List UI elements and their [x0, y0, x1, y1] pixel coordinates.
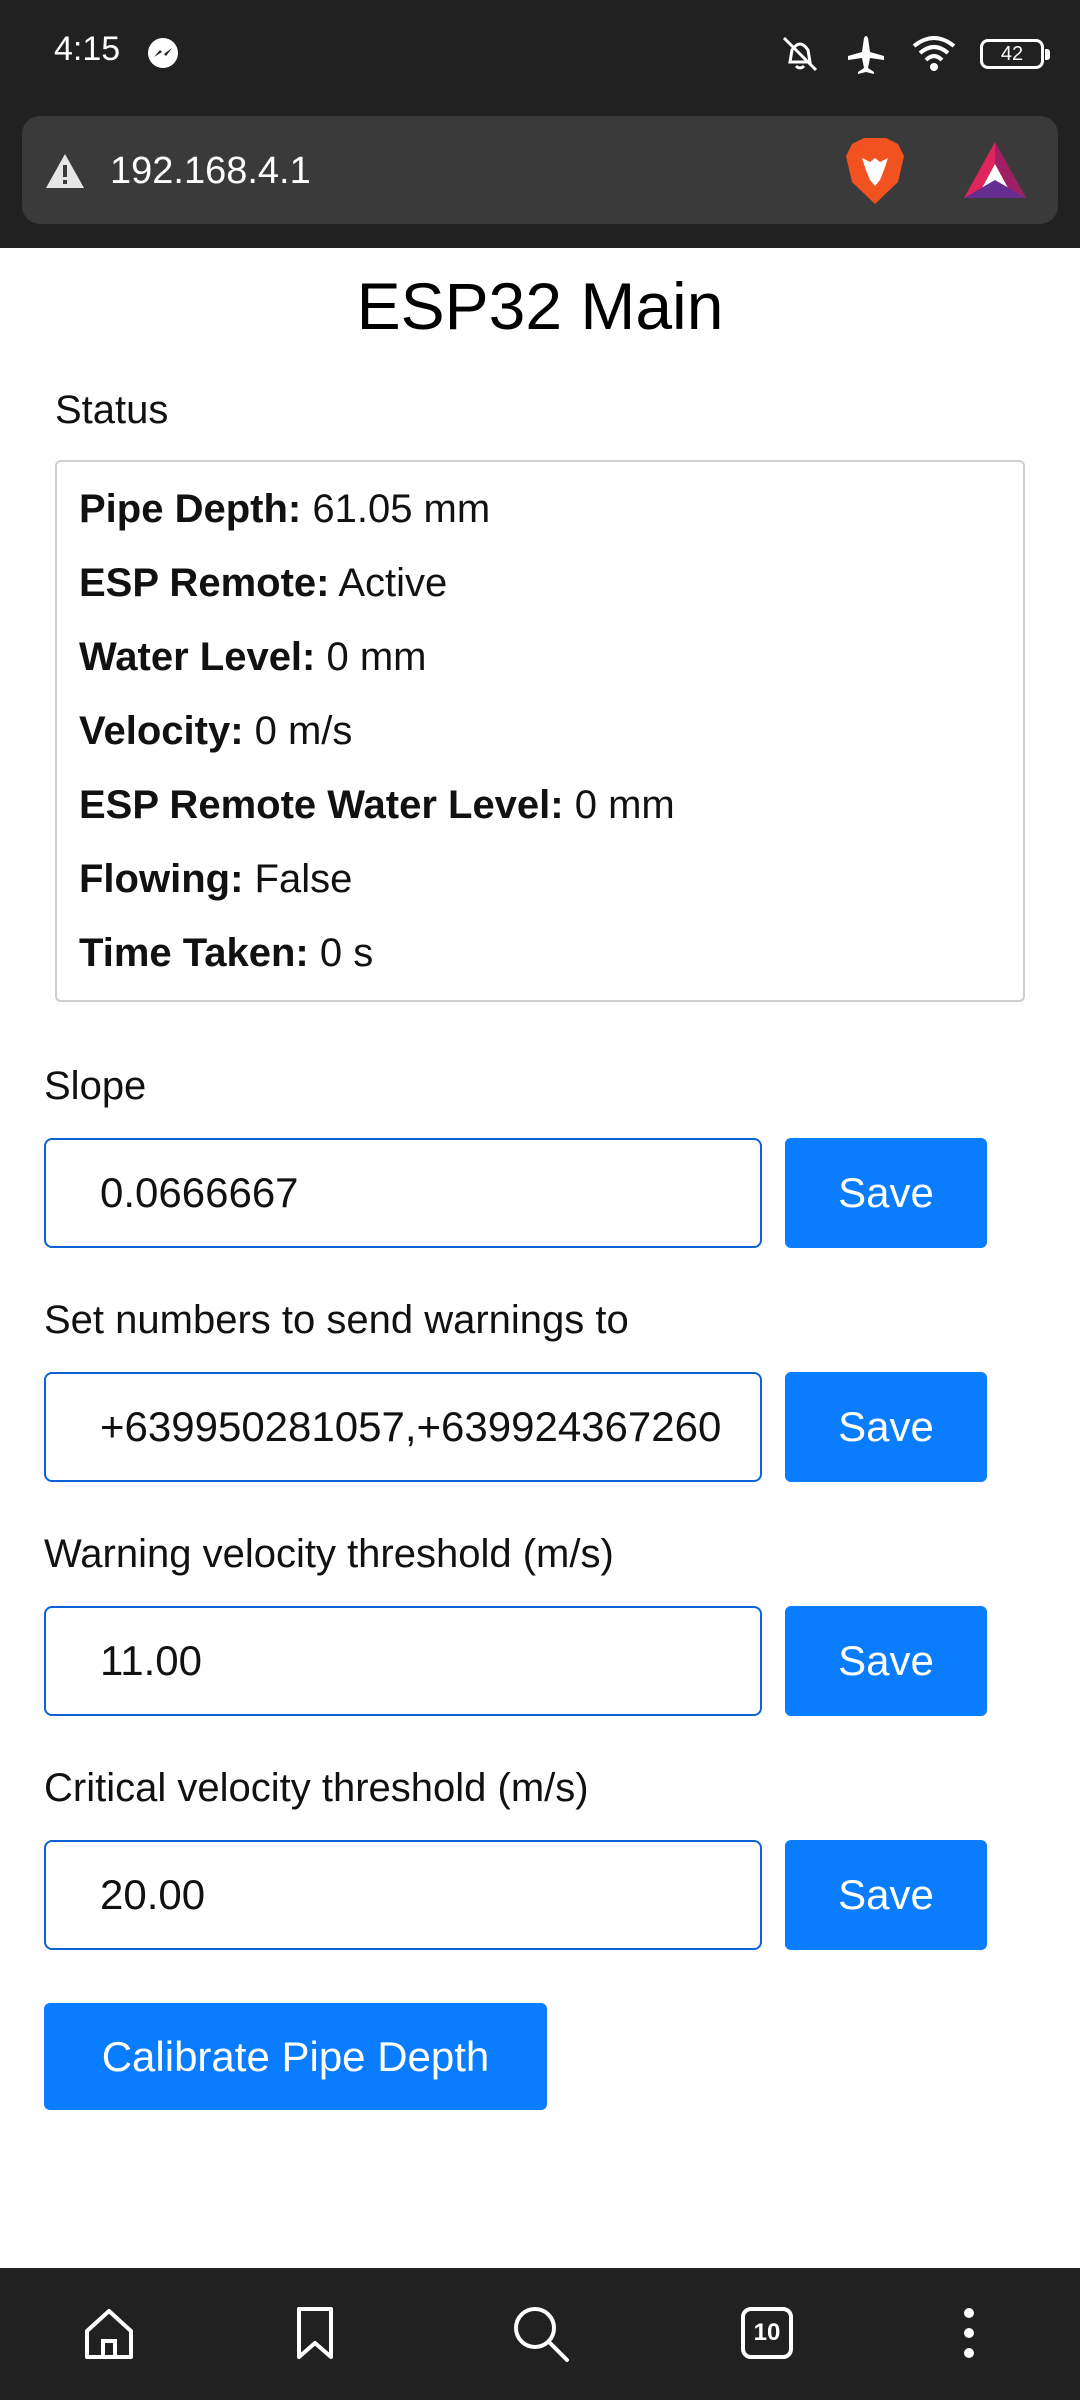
bookmark-icon	[297, 2307, 333, 2359]
more-vertical-icon	[964, 2308, 974, 2358]
status-row-remote-water-level: ESP Remote Water Level: 0 mm	[79, 768, 1001, 842]
status-row-esp-remote: ESP Remote: Active	[79, 546, 1001, 620]
search-icon	[514, 2307, 569, 2362]
status-panel: Pipe Depth: 61.05 mm ESP Remote: Active …	[55, 460, 1025, 1002]
critical-velocity-save-button[interactable]: Save	[785, 1840, 987, 1950]
wifi-icon	[912, 36, 956, 71]
status-value: 0 mm	[315, 635, 427, 679]
page-title: ESP32 Main	[356, 269, 724, 343]
status-row-pipe-depth: Pipe Depth: 61.05 mm	[79, 472, 1001, 546]
status-key: ESP Remote Water Level:	[79, 783, 564, 827]
critical-velocity-label: Critical velocity threshold (m/s)	[44, 1766, 589, 1810]
tabs-button[interactable]: 10	[732, 2298, 802, 2368]
status-key: Flowing:	[79, 857, 244, 901]
status-row-velocity: Velocity: 0 m/s	[79, 694, 1001, 768]
airplane-icon	[848, 36, 884, 74]
status-key: Velocity:	[79, 709, 244, 753]
bookmarks-button[interactable]	[280, 2298, 350, 2368]
brave-rewards-icon[interactable]	[962, 140, 1028, 200]
status-value: 0 s	[308, 931, 374, 975]
mute-icon	[782, 36, 818, 72]
status-key: Water Level:	[79, 635, 316, 679]
browser-toolbar: 192.168.4.1	[0, 108, 1080, 248]
warning-numbers-input[interactable]: +639950281057,+639924367260	[44, 1372, 762, 1482]
status-row-time-taken: Time Taken: 0 s	[79, 916, 1001, 990]
home-icon	[85, 2309, 133, 2359]
battery-icon: 42	[980, 39, 1050, 69]
search-button[interactable]	[505, 2298, 575, 2368]
warning-icon[interactable]	[44, 152, 86, 190]
slope-label: Slope	[44, 1064, 147, 1108]
status-value: 0 mm	[563, 783, 675, 827]
warning-numbers-save-button[interactable]: Save	[785, 1372, 987, 1482]
menu-button[interactable]	[934, 2298, 1004, 2368]
url-text[interactable]: 192.168.4.1	[110, 150, 311, 193]
status-row-flowing: Flowing: False	[79, 842, 1001, 916]
warning-numbers-label: Set numbers to send warnings to	[44, 1298, 629, 1342]
status-key: ESP Remote:	[79, 561, 330, 605]
critical-velocity-input[interactable]: 20.00	[44, 1840, 762, 1950]
status-value: Active	[329, 561, 448, 605]
warning-velocity-input[interactable]: 11.00	[44, 1606, 762, 1716]
tab-count: 10	[753, 2319, 781, 2346]
status-row-water-level: Water Level: 0 mm	[79, 620, 1001, 694]
status-key: Pipe Depth:	[79, 487, 302, 531]
home-button[interactable]	[74, 2298, 144, 2368]
status-bar: 4:15 42	[0, 0, 1080, 108]
bottom-toolbar: 10	[0, 2268, 1080, 2400]
warning-velocity-label: Warning velocity threshold (m/s)	[44, 1532, 614, 1576]
slope-input[interactable]: 0.0666667	[44, 1138, 762, 1248]
status-value: 61.05 mm	[301, 487, 491, 531]
status-key: Time Taken:	[79, 931, 309, 975]
tabs-icon: 10	[741, 2307, 793, 2359]
status-value: False	[243, 857, 353, 901]
status-heading: Status	[55, 388, 169, 432]
clock: 4:15	[54, 30, 121, 68]
brave-shields-icon[interactable]	[840, 134, 910, 208]
slope-save-button[interactable]: Save	[785, 1138, 987, 1248]
warning-velocity-save-button[interactable]: Save	[785, 1606, 987, 1716]
status-value: 0 m/s	[243, 709, 353, 753]
messenger-icon	[148, 38, 178, 68]
address-bar[interactable]: 192.168.4.1	[22, 116, 1058, 224]
calibrate-pipe-depth-button[interactable]: Calibrate Pipe Depth	[44, 2003, 547, 2110]
battery-level: 42	[1000, 42, 1024, 65]
